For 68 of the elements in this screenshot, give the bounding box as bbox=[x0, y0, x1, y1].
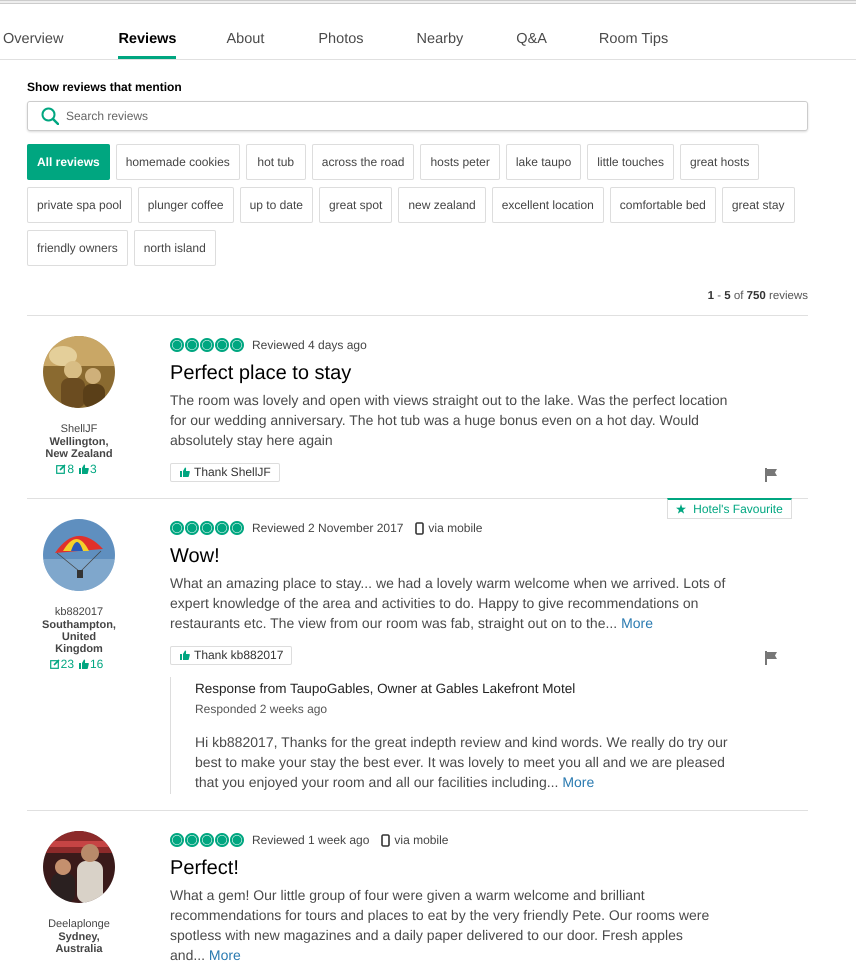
flag-icon[interactable] bbox=[765, 651, 778, 665]
tab[interactable]: Overview bbox=[3, 4, 64, 59]
response-date: Responded 2 weeks ago bbox=[195, 702, 328, 716]
review-text: What an amazing place to stay... we had a lovely warm welcome when we arrived. Lots of expert knowledge of the area and activities to do. Happy to give recommendations on restaurants etc. The view from our room was fab, straight out on to the... More bbox=[170, 574, 726, 633]
pencil-icon bbox=[50, 659, 60, 669]
filter-tag[interactable]: comfortable bed bbox=[610, 187, 716, 223]
thumbs-up-icon bbox=[79, 659, 89, 669]
phone-icon bbox=[415, 522, 424, 534]
review-text: What a gem! Our little group of four were given a warm welcome and brilliant recommendations for tours and places to eat by the very friendly Pete. Our rooms were spotless with new magazines and a daily paper delivered to our door. Fresh apples and... More bbox=[170, 886, 710, 965]
review-title[interactable]: Wow! bbox=[170, 544, 808, 568]
filter-tag[interactable]: friendly owners bbox=[27, 230, 128, 266]
filter-tag[interactable]: great spot bbox=[318, 187, 392, 223]
review-title[interactable]: Perfect place to stay bbox=[170, 361, 808, 385]
filter-tag[interactable]: hosts peter bbox=[420, 144, 500, 180]
filter-tag[interactable]: great hosts bbox=[680, 144, 760, 180]
filter-tag[interactable]: private spa pool bbox=[27, 187, 132, 223]
thank-button[interactable]: Thank ShellJF bbox=[170, 462, 280, 482]
thumbs-up-icon bbox=[180, 467, 190, 477]
reviewer-location: Southampton, United Kingdom bbox=[41, 619, 117, 655]
more-link[interactable]: More bbox=[208, 947, 241, 963]
review-title[interactable]: Perfect! bbox=[170, 856, 808, 880]
review-date: Reviewed 1 week ago bbox=[252, 833, 370, 847]
filter-tag[interactable]: new zealand bbox=[398, 187, 486, 223]
reviewer-name[interactable]: Deelaplonge bbox=[48, 918, 110, 930]
tab[interactable]: Reviews bbox=[118, 4, 176, 59]
filter-heading: Show reviews that mention bbox=[27, 80, 183, 94]
more-link[interactable]: More bbox=[562, 774, 594, 790]
filter-tag[interactable]: hot tub bbox=[246, 144, 306, 180]
contribution-count: 8 bbox=[67, 462, 74, 476]
review-date: Reviewed 4 days ago bbox=[252, 338, 367, 352]
device-label: via mobile bbox=[428, 521, 482, 535]
reviewer-location: Sydney, Australia bbox=[54, 931, 104, 955]
review-count: 1 - 5 of 750 reviews bbox=[27, 290, 808, 316]
reviewer-location: Wellington, New Zealand bbox=[44, 436, 114, 460]
tab[interactable]: About bbox=[226, 4, 264, 59]
thank-button[interactable]: Thank kb882017 bbox=[170, 646, 292, 664]
helpful-vote-count: 3 bbox=[90, 462, 97, 476]
response-title: Response from TaupoGables, Owner at Gables Lakefront Motel bbox=[195, 680, 576, 696]
review-date: Reviewed 2 November 2017 bbox=[252, 521, 404, 535]
contribution-count: 23 bbox=[60, 657, 74, 671]
tab[interactable]: Q&A bbox=[516, 4, 547, 59]
filter-tag[interactable]: excellent location bbox=[492, 187, 604, 223]
filter-tag[interactable]: up to date bbox=[240, 187, 313, 223]
response-text: Hi kb882017, Thanks for the great indepth review and kind words. We really do try our best to make your stay the best ever. It was lovely to meet you all and we are pleased that you enjoyed your room and all our facilities including... More bbox=[195, 733, 729, 792]
more-link[interactable]: More bbox=[621, 615, 653, 631]
search-field[interactable]: Search reviews bbox=[27, 101, 808, 131]
reviewer-name[interactable]: ShellJF bbox=[60, 423, 98, 435]
filter-tag[interactable]: plunger coffee bbox=[138, 187, 234, 223]
filter-tag[interactable]: north island bbox=[134, 230, 216, 266]
review-text: The room was lovely and open with views straight out to the lake. Was the perfect location for our wedding anniversary. The hot tub was a huge bonus even on a hot day. Would absolutely stay here again bbox=[170, 391, 728, 450]
filter-tag[interactable]: little touches bbox=[587, 144, 674, 180]
device-label: via mobile bbox=[394, 833, 448, 847]
filter-tag[interactable]: across the road bbox=[312, 144, 414, 180]
tab[interactable]: Photos bbox=[318, 4, 364, 59]
tab[interactable]: Room Tips bbox=[598, 4, 668, 59]
filter-tag[interactable]: great stay bbox=[722, 187, 795, 223]
helpful-vote-count: 16 bbox=[90, 657, 104, 671]
tab[interactable]: Nearby bbox=[416, 4, 464, 59]
thumbs-up-icon bbox=[180, 650, 190, 660]
badge-label: Hotel's Favourite bbox=[693, 502, 783, 516]
filter-tag[interactable]: lake taupo bbox=[506, 144, 582, 180]
thumbs-up-icon bbox=[79, 464, 89, 474]
filter-tag[interactable]: homemade cookies bbox=[116, 144, 240, 180]
reviewer-name[interactable]: kb882017 bbox=[54, 606, 104, 618]
flag-icon[interactable] bbox=[765, 468, 778, 482]
star-icon bbox=[676, 504, 686, 514]
phone-icon bbox=[381, 834, 390, 846]
pencil-icon bbox=[56, 464, 66, 474]
